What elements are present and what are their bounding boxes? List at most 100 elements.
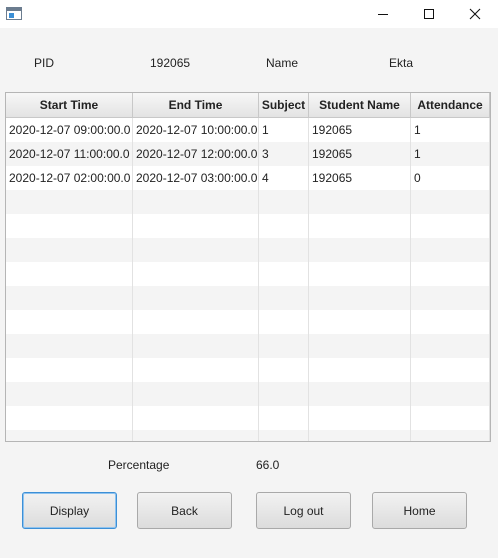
table-cell — [6, 358, 133, 382]
close-button[interactable] — [452, 0, 498, 28]
table-cell — [133, 238, 259, 262]
column-header-student-name[interactable]: Student Name — [309, 93, 411, 117]
table-cell — [133, 262, 259, 286]
table-cell — [411, 382, 490, 406]
table-cell — [259, 238, 309, 262]
table-cell — [309, 334, 411, 358]
table-cell: 4 — [259, 166, 309, 190]
table-cell — [411, 214, 490, 238]
table-cell — [133, 286, 259, 310]
table-row[interactable] — [6, 286, 490, 310]
table-row[interactable]: 2020-12-07 09:00:00.0 2020-12-07 10:00:00… — [6, 118, 490, 142]
name-label: Name — [266, 56, 299, 70]
table-cell — [309, 310, 411, 334]
table-cell: 3 — [259, 142, 309, 166]
table-row[interactable] — [6, 382, 490, 406]
table-cell — [309, 214, 411, 238]
name-value: Ekta — [389, 56, 414, 70]
table-cell — [411, 310, 490, 334]
table-cell — [411, 190, 490, 214]
display-button[interactable]: Display — [22, 492, 117, 529]
table-cell — [259, 214, 309, 238]
table-cell — [6, 238, 133, 262]
minimize-icon — [378, 13, 388, 15]
table-cell — [309, 358, 411, 382]
table-cell — [259, 382, 309, 406]
table-cell: 192065 — [309, 142, 411, 166]
table-cell: 2020-12-07 02:00:00.0 — [6, 166, 133, 190]
table-cell: 1 — [411, 118, 490, 142]
table-cell — [133, 382, 259, 406]
table-row[interactable] — [6, 214, 490, 238]
app-window-icon — [6, 7, 22, 20]
table-cell — [411, 406, 490, 430]
table-row[interactable] — [6, 358, 490, 382]
title-bar — [0, 0, 498, 28]
close-icon — [469, 8, 481, 20]
maximize-button[interactable] — [406, 0, 452, 28]
table-cell — [6, 406, 133, 430]
table-row[interactable] — [6, 238, 490, 262]
table-cell — [133, 358, 259, 382]
table-cell — [411, 334, 490, 358]
percentage-value: 66.0 — [256, 458, 280, 472]
table-cell: 2020-12-07 10:00:00.0 — [133, 118, 259, 142]
table-cell — [259, 430, 309, 441]
column-header-end-time[interactable]: End Time — [133, 93, 259, 117]
table-cell — [309, 382, 411, 406]
home-button[interactable]: Home — [372, 492, 467, 529]
pid-label: PID — [34, 56, 55, 70]
table-cell — [259, 190, 309, 214]
column-header-subject[interactable]: Subject — [259, 93, 309, 117]
table-cell — [309, 430, 411, 441]
table-row[interactable] — [6, 262, 490, 286]
table-cell — [259, 334, 309, 358]
table-row[interactable]: 2020-12-07 11:00:00.0 2020-12-07 12:00:00… — [6, 142, 490, 166]
minimize-button[interactable] — [360, 0, 406, 28]
table-row[interactable] — [6, 406, 490, 430]
back-button[interactable]: Back — [137, 492, 232, 529]
table-cell — [411, 430, 490, 441]
table-row[interactable] — [6, 430, 490, 441]
pid-value: 192065 — [150, 56, 191, 70]
table-cell: 0 — [411, 166, 490, 190]
attendance-table[interactable]: Start Time End Time Subject Student Name… — [5, 92, 491, 442]
table-cell — [259, 310, 309, 334]
table-cell — [411, 286, 490, 310]
table-cell — [309, 286, 411, 310]
table-cell — [411, 238, 490, 262]
table-cell: 2020-12-07 03:00:00.0 — [133, 166, 259, 190]
table-cell — [133, 310, 259, 334]
column-header-start-time[interactable]: Start Time — [6, 93, 133, 117]
table-row[interactable] — [6, 310, 490, 334]
table-cell — [6, 382, 133, 406]
table-cell — [309, 190, 411, 214]
percentage-label: Percentage — [108, 458, 170, 472]
table-cell — [133, 334, 259, 358]
table-cell: 2020-12-07 12:00:00.0 — [133, 142, 259, 166]
column-header-attendance[interactable]: Attendance — [411, 93, 490, 117]
table-cell: 192065 — [309, 118, 411, 142]
table-cell: 1 — [411, 142, 490, 166]
table-cell — [259, 262, 309, 286]
table-cell — [259, 286, 309, 310]
maximize-icon — [424, 9, 434, 19]
table-cell — [6, 334, 133, 358]
table-cell — [6, 262, 133, 286]
table-cell: 1 — [259, 118, 309, 142]
table-row[interactable]: 2020-12-07 02:00:00.0 2020-12-07 03:00:00… — [6, 166, 490, 190]
table-cell — [6, 430, 133, 441]
table-row[interactable] — [6, 334, 490, 358]
table-cell — [133, 430, 259, 441]
table-cell — [133, 214, 259, 238]
table-cell — [6, 214, 133, 238]
table-row[interactable] — [6, 190, 490, 214]
table-cell — [309, 238, 411, 262]
table-cell — [133, 406, 259, 430]
table-cell — [411, 262, 490, 286]
table-cell — [259, 406, 309, 430]
table-cell — [411, 358, 490, 382]
table-cell: 2020-12-07 11:00:00.0 — [6, 142, 133, 166]
logout-button[interactable]: Log out — [256, 492, 351, 529]
table-cell: 192065 — [309, 166, 411, 190]
